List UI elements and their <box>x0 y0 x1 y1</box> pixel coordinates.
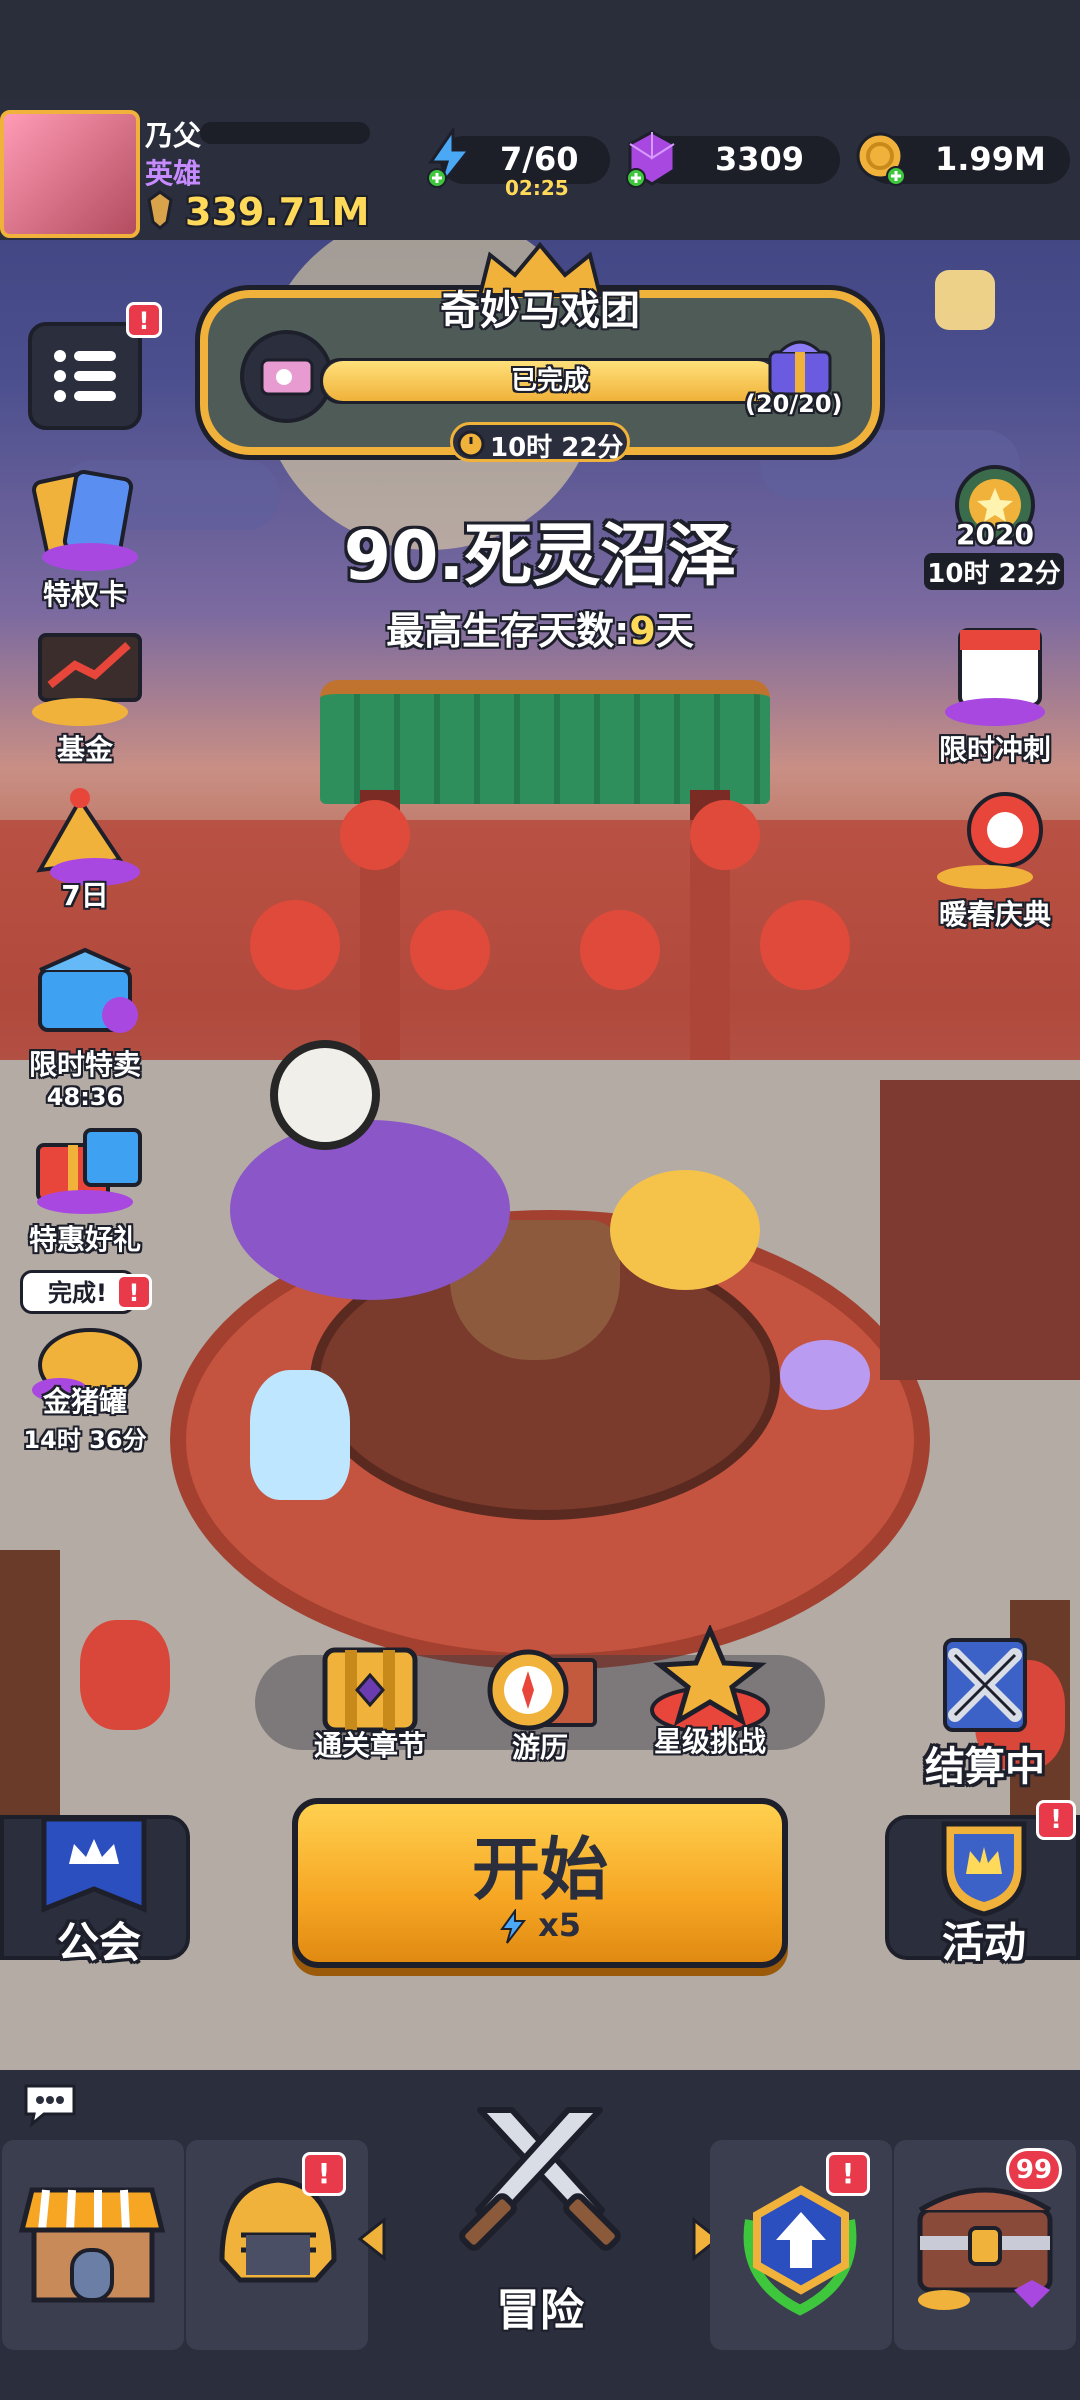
purple-slime-king-character <box>780 1340 870 1410</box>
red-lantern <box>580 910 660 990</box>
nav-shop[interactable] <box>2 2140 184 2350</box>
left-menu-golden-pig[interactable]: 完成! ! 金猪罐 14时 36分 <box>10 1270 160 1455</box>
bottom-edge <box>0 2350 1080 2400</box>
best-survival-unit: 天 <box>655 609 694 653</box>
golden-pig-timer: 14时 36分 <box>23 1426 147 1454</box>
limited-sale-timer: 48:36 <box>46 1083 124 1111</box>
privilege-card-icon <box>31 469 138 571</box>
gold-coin-icon <box>850 128 910 190</box>
left-menu-limited-sale[interactable]: 限时特卖 48:36 <box>10 945 160 1111</box>
right-menu-2020-timer: 10时 22分 <box>924 553 1064 590</box>
upgrade-alert-badge: ! <box>826 2152 870 2196</box>
nav-adventure[interactable]: 冒险 <box>372 2080 708 2360</box>
start-cost-value: x5 <box>538 1906 582 1944</box>
red-lantern <box>760 900 850 990</box>
main-menu-button[interactable] <box>28 322 142 430</box>
red-lantern <box>410 910 490 990</box>
yellow-elephant-character <box>610 1170 760 1290</box>
ice-spirit-character <box>250 1370 350 1500</box>
crossed-swords-icon <box>459 2107 621 2251</box>
event-status: 已完成 <box>510 366 589 396</box>
best-survival-value: 9 <box>629 609 656 653</box>
energy-timer: 02:25 <box>505 176 569 200</box>
stage-title: 90.死灵沼泽 <box>343 517 737 596</box>
purple-dragon-character <box>230 1120 510 1300</box>
start-button[interactable]: 开始 x5 <box>292 1798 788 1968</box>
mode-button-star-challenge[interactable]: 星级挑战 <box>630 1623 790 1760</box>
left-menu-special-gift[interactable]: 特惠好礼 <box>10 1110 160 1258</box>
temple-gate-roof <box>320 680 770 804</box>
left-menu-fund[interactable]: 基金 <box>10 620 160 768</box>
left-menu-label: 限时特卖 <box>28 1048 141 1081</box>
best-survival-line: 最高生存天数:9天 <box>0 600 1080 655</box>
player-title: 英雄 <box>145 157 202 190</box>
event-timer: 10时 22分 <box>490 433 624 463</box>
right-menu-label: 限时冲刺 <box>938 733 1051 766</box>
energy-lightning-icon <box>500 1907 527 1944</box>
gift-box-icon <box>36 1128 142 1214</box>
chat-bubble-icon[interactable] <box>20 2078 80 2128</box>
red-lantern <box>80 1620 170 1730</box>
settle-button[interactable]: 结算中 <box>905 1630 1065 1792</box>
player-name-bar <box>200 122 370 144</box>
chest-count-badge: 99 <box>1006 2148 1062 2192</box>
guild-banner-icon <box>41 1816 147 1913</box>
main-menu-alert-badge: ! <box>126 302 162 338</box>
mode-button-travel[interactable]: 游历 <box>460 1635 620 1766</box>
right-menu-spring-festival[interactable]: 暖春庆典 <box>920 785 1070 933</box>
left-menu-privilege-card[interactable]: 特权卡 <box>10 465 160 613</box>
left-menu-label: 基金 <box>56 733 113 766</box>
calendar-sprint-icon <box>945 628 1045 726</box>
event-progress-text: (20/20) <box>745 390 843 418</box>
market-stall <box>880 1080 1080 1380</box>
shop-stall-icon <box>18 2187 166 2303</box>
red-wall <box>0 820 1080 1080</box>
gems-count: 3309 <box>715 140 805 178</box>
event-title: 奇妙马戏团 <box>440 288 640 334</box>
gem-icon <box>622 128 682 190</box>
right-menu-limited-sprint[interactable]: 限时冲刺 <box>920 620 1070 768</box>
equipment-alert-badge: ! <box>302 2152 346 2196</box>
player-power: 339.71M <box>185 190 370 234</box>
gold-count: 1.99M <box>935 140 1046 178</box>
red-lantern <box>250 900 340 990</box>
red-lantern <box>340 800 410 870</box>
nav-adventure-label: 冒险 <box>496 2285 584 2336</box>
stopwatch-icon <box>454 425 488 459</box>
settle-label: 结算中 <box>925 1744 1045 1790</box>
start-label: 开始 <box>471 1831 608 1910</box>
right-menu-label: 暖春庆典 <box>938 898 1051 931</box>
guild-label: 公会 <box>56 1918 141 1967</box>
list-menu-icon <box>54 350 116 402</box>
power-icon <box>145 190 175 230</box>
mode-button-chapter[interactable]: 通关章节 <box>290 1630 450 1764</box>
limited-sale-icon <box>38 947 138 1033</box>
left-menu-label: 特权卡 <box>42 578 127 611</box>
golden-pig-alert-badge: ! <box>116 1274 152 1310</box>
energy-count: 7/60 <box>500 140 579 178</box>
left-menu-label: 特惠好礼 <box>28 1223 141 1256</box>
fund-chart-icon <box>32 633 142 726</box>
player-name: 乃父 <box>145 119 202 152</box>
panda-ninja-character <box>270 1040 380 1150</box>
activity-label: 活动 <box>941 1918 1026 1967</box>
right-menu-2020-event[interactable]: 2020 10时 22分 <box>920 460 1070 590</box>
start-cost: x5 <box>298 1906 782 1945</box>
energy-lightning-icon <box>425 125 475 190</box>
player-avatar[interactable] <box>0 110 140 238</box>
best-survival-label: 最高生存天数: <box>386 609 630 653</box>
compass-map-icon <box>487 1649 597 1731</box>
lion-dance-icon <box>937 792 1043 889</box>
red-lantern <box>690 800 760 870</box>
guild-button[interactable]: 公会 <box>0 1815 190 1967</box>
activity-alert-badge: ! <box>1036 1800 1076 1840</box>
left-menu-seven-day[interactable]: 7日 <box>10 780 160 914</box>
crossed-swords-icon <box>943 1638 1027 1732</box>
